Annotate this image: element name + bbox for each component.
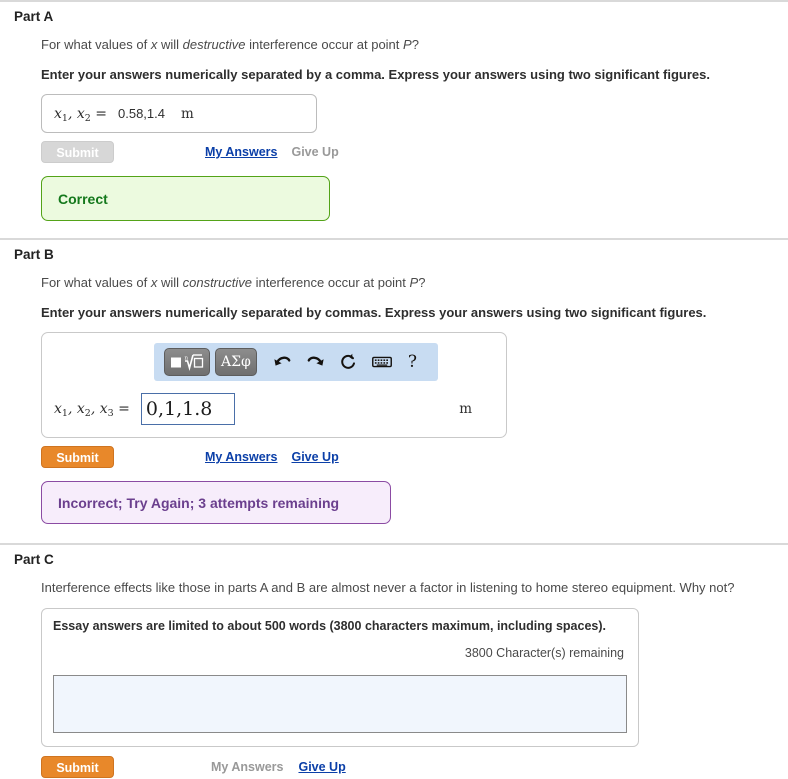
label-var-x2: x — [76, 401, 85, 418]
part-c-essay-container: Essay answers are limited to about 500 w… — [41, 607, 639, 747]
part-a-title: Part A — [14, 9, 54, 24]
question-prefix: For what values of — [41, 275, 151, 291]
label-sub-3: 3 — [107, 408, 114, 420]
part-a-instruction: Enter your answers numerically separated… — [41, 66, 711, 82]
keyboard-icon[interactable] — [371, 351, 392, 373]
part-c-section: Part C Interference effects like those i… — [0, 543, 788, 778]
part-c-body: Interference effects like those in parts… — [41, 567, 788, 778]
label-var-x3: x — [99, 401, 108, 418]
reset-icon[interactable] — [339, 351, 359, 373]
question-suffix: ? — [418, 275, 426, 291]
part-a-answer-label: x1, x2 = — [54, 105, 107, 124]
question-prefix: For what values of — [41, 37, 151, 52]
part-a-section: Part A For what values of x will destruc… — [0, 0, 788, 222]
label-sub-2: 2 — [84, 112, 91, 124]
part-a-actions: Submit My Answers Give Up — [41, 141, 788, 164]
label-var-x2: x — [76, 105, 85, 122]
template-math-icon[interactable]: n — [164, 348, 210, 377]
part-a-feedback-correct: Correct — [41, 176, 330, 222]
question-mid2: interference occur at point — [245, 37, 404, 52]
part-b-give-up-link[interactable]: Give Up — [291, 450, 338, 464]
part-b-body: For what values of x will constructive i… — [41, 262, 788, 525]
label-sub-2: 2 — [84, 408, 91, 420]
undo-icon[interactable] — [273, 351, 293, 373]
part-b-feedback-incorrect: Incorrect; Try Again; 3 attempts remaini… — [41, 481, 391, 525]
part-b-actions: Submit My Answers Give Up — [41, 446, 788, 469]
part-a-answer-value[interactable]: 0.58,1.4 — [118, 106, 165, 121]
question-point: P — [403, 37, 412, 52]
part-b-instruction: Enter your answers numerically separated… — [41, 304, 707, 320]
math-toolbar: n ΑΣφ ? — [154, 343, 438, 382]
help-icon[interactable]: ? — [408, 353, 417, 371]
question-mid: will — [157, 275, 183, 291]
part-c-question: Interference effects like those in parts… — [41, 580, 735, 596]
part-c-actions: Submit My Answers Give Up — [41, 755, 788, 778]
part-b-question: For what values of x will constructive i… — [41, 274, 788, 292]
part-a-submit-button: Submit — [41, 141, 114, 164]
part-c-give-up-link[interactable]: Give Up — [298, 760, 345, 774]
part-b-section: Part B For what values of x will constru… — [0, 238, 788, 525]
question-emphasis: constructive — [182, 275, 252, 291]
greek-symbols-button[interactable]: ΑΣφ — [215, 348, 257, 377]
essay-limit-note: Essay answers are limited to about 500 w… — [53, 618, 607, 633]
problem-page: Part A For what values of x will destruc… — [0, 0, 788, 778]
label-var-x1: x — [54, 401, 62, 418]
label-var-x1: x — [54, 105, 62, 122]
part-b-unit: m — [459, 401, 472, 418]
part-b-math-container: n ΑΣφ ? x1, x2, x3 = 0,1,1.8 m — [41, 332, 507, 439]
part-b-input-row: x1, x2, x3 = 0,1,1.8 m — [54, 393, 494, 426]
part-a-question: For what values of x will destructive in… — [41, 36, 788, 54]
part-c-submit-button[interactable]: Submit — [41, 755, 114, 778]
part-c-title: Part C — [14, 552, 54, 568]
part-a-my-answers-link[interactable]: My Answers — [205, 145, 277, 159]
question-emphasis: destructive — [182, 37, 246, 52]
essay-characters-remaining: 3800 Character(s) remaining — [464, 645, 624, 660]
question-point: P — [409, 275, 419, 291]
part-b-title: Part B — [14, 247, 54, 263]
svg-text:n: n — [185, 356, 189, 362]
part-a-unit: m — [181, 105, 194, 122]
label-sub-1: 1 — [61, 112, 68, 124]
label-sub-1: 1 — [61, 408, 68, 420]
redo-icon[interactable] — [306, 351, 326, 373]
question-suffix: ? — [411, 37, 419, 52]
label-equals: = — [118, 401, 130, 418]
part-b-math-input[interactable]: 0,1,1.8 — [140, 393, 235, 426]
part-a-body: For what values of x will destructive in… — [41, 24, 788, 222]
part-a-give-up-link: Give Up — [291, 145, 339, 160]
part-b-my-answers-link[interactable]: My Answers — [205, 450, 277, 464]
part-b-answer-label: x1, x2, x3 = — [54, 401, 130, 420]
part-b-submit-button[interactable]: Submit — [41, 446, 114, 469]
label-equals: = — [95, 105, 107, 122]
question-mid: will — [157, 37, 183, 52]
part-a-answer-box[interactable]: x1, x2 = 0.58,1.4 m — [41, 94, 317, 134]
question-mid2: interference occur at point — [251, 275, 410, 291]
essay-textarea[interactable] — [53, 674, 627, 733]
part-c-my-answers-link: My Answers — [211, 759, 284, 774]
